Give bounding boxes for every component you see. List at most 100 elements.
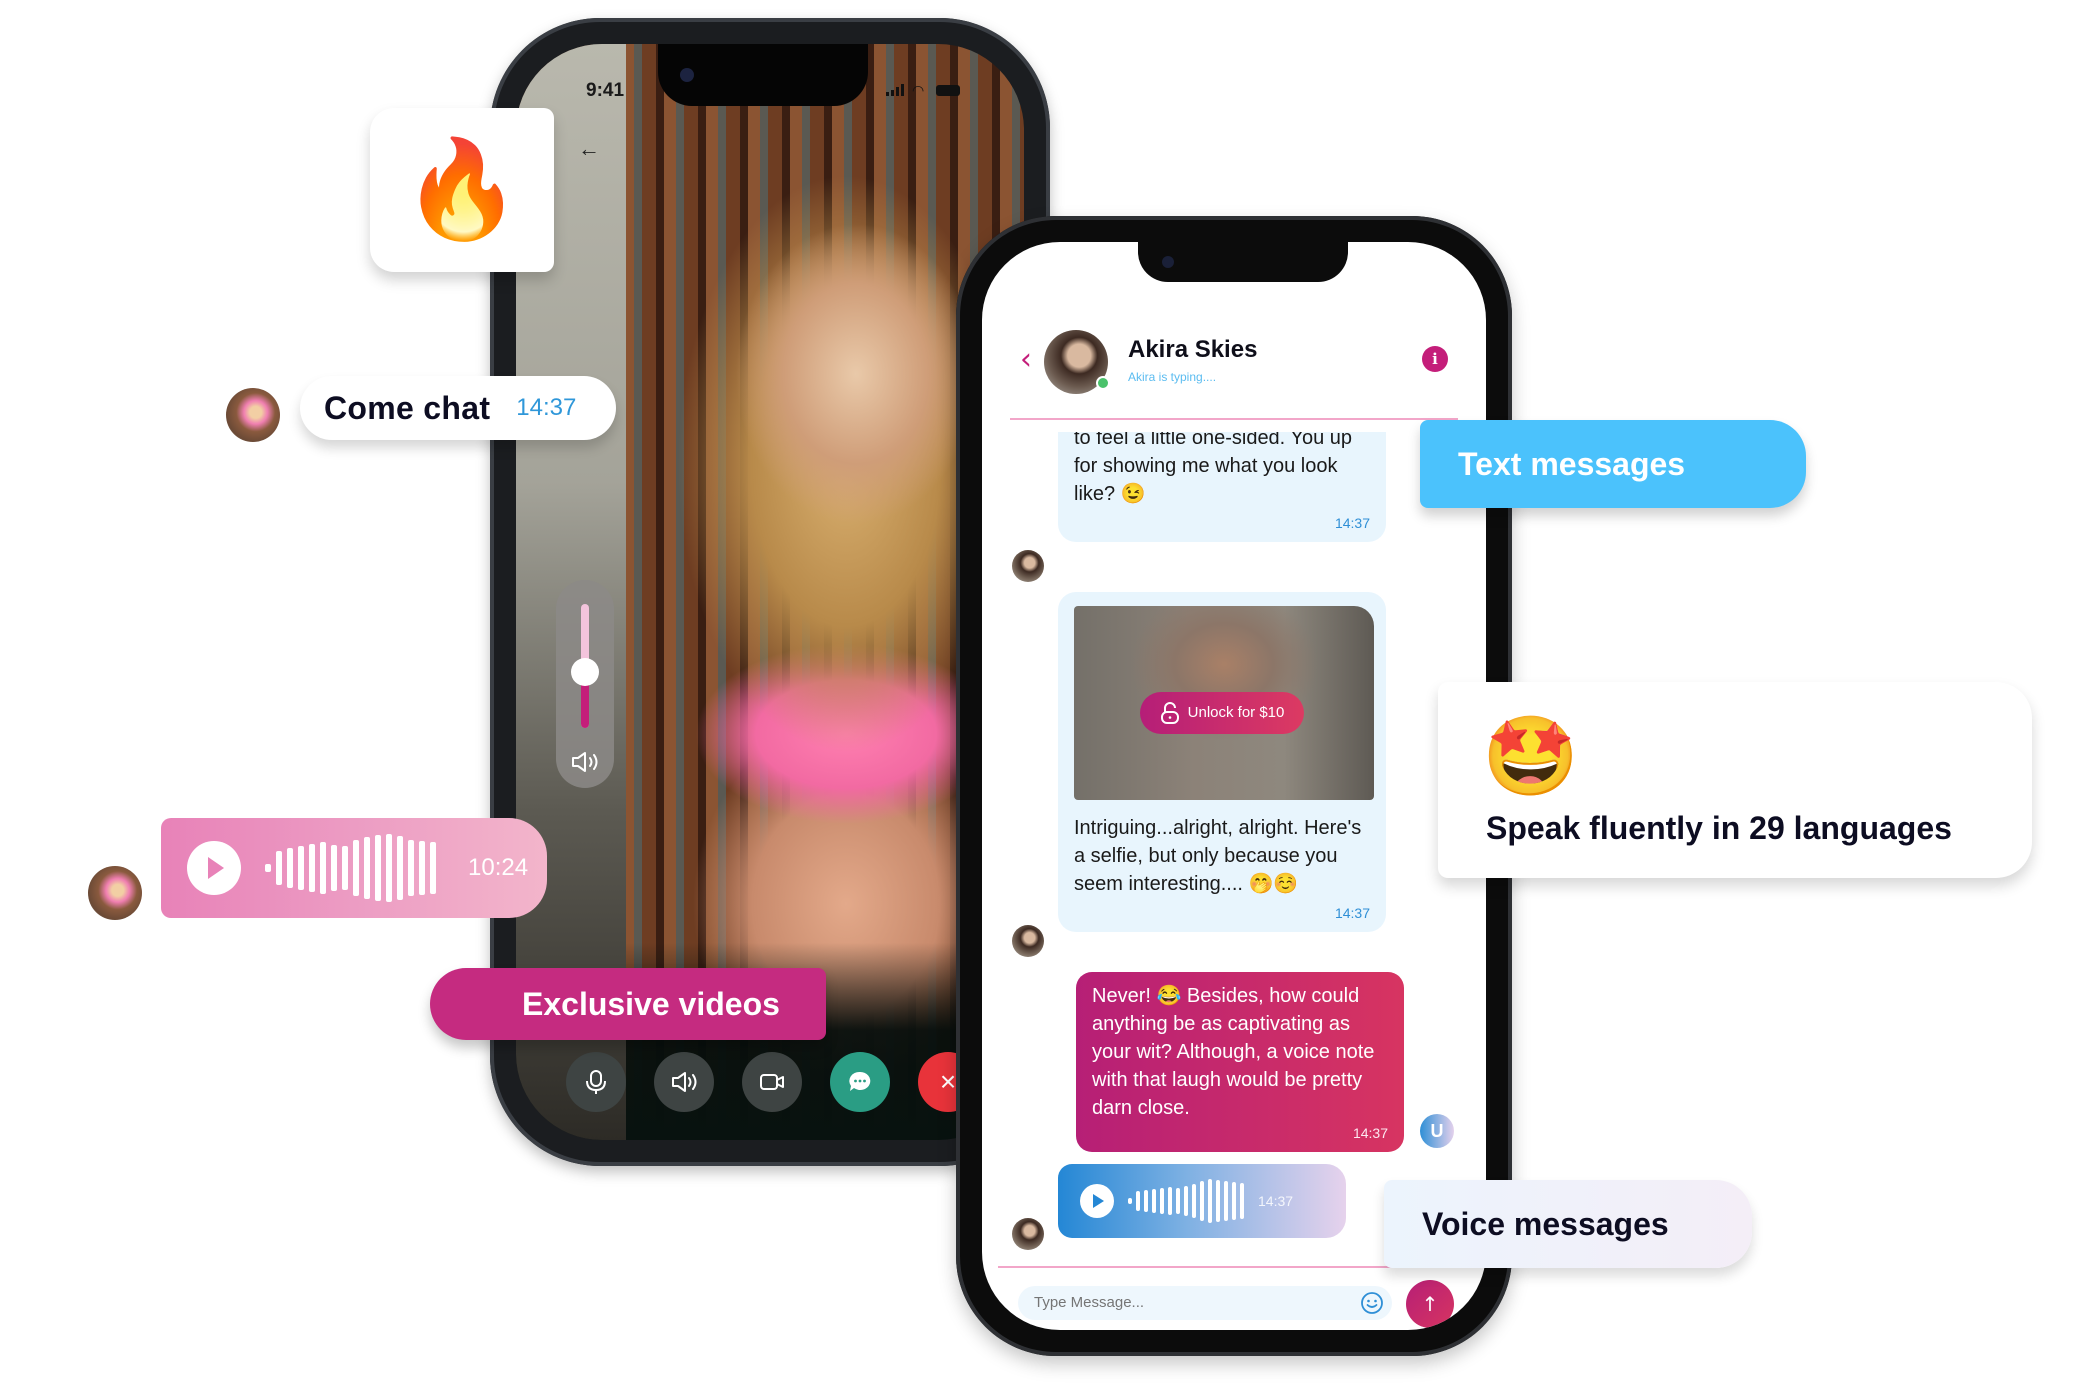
fire-icon: 🔥 (402, 136, 522, 243)
waveform-bar (397, 836, 403, 900)
arrow-left-icon[interactable]: ← (578, 136, 600, 162)
waveform-bar (375, 835, 381, 901)
online-indicator (1096, 376, 1110, 390)
battery-icon (936, 84, 960, 96)
arrow-up-icon: ↑ (1421, 1292, 1439, 1316)
volume-knob[interactable] (571, 658, 599, 687)
waveform-bar (408, 840, 414, 896)
waveform-bar (1176, 1188, 1180, 1214)
model-avatar (226, 388, 280, 442)
waveform-bar (353, 840, 359, 896)
message-list[interactable]: to feel a little one-sided. You up for s… (982, 432, 1486, 1262)
send-button[interactable]: ↑ (1406, 1280, 1454, 1328)
waveform-bar (1128, 1198, 1132, 1204)
message-input[interactable] (1018, 1286, 1392, 1320)
waveform-bar (1232, 1182, 1236, 1220)
come-chat-text: Come chat (324, 389, 491, 426)
waveform-bar (331, 845, 337, 891)
signal-icon (886, 84, 904, 96)
unlock-button[interactable]: Unlock for $10 (1140, 692, 1304, 734)
waveform-bar (1240, 1183, 1244, 1219)
wifi-icon: ◠ (912, 82, 925, 98)
mute-button[interactable] (566, 1052, 626, 1112)
exclusive-videos-badge: Exclusive videos (430, 968, 826, 1040)
play-icon[interactable] (187, 841, 241, 895)
waveform (265, 834, 436, 902)
message-bubble-incoming: Unlock for $10 Intriguing...alright, alr… (1058, 592, 1386, 932)
contact-name: Akira Skies (1128, 336, 1258, 363)
speaker-button[interactable] (654, 1052, 714, 1112)
waveform-bar (1160, 1188, 1164, 1214)
message-time: 14:37 (1334, 905, 1370, 921)
message-text: to feel a little one-sided. You up for s… (1074, 432, 1352, 505)
contact-mini-avatar (1012, 550, 1044, 582)
chat-bubble-icon (849, 1071, 871, 1091)
waveform-bar (287, 848, 293, 888)
locked-image[interactable]: Unlock for $10 (1074, 606, 1374, 800)
volume-slider[interactable] (556, 580, 614, 788)
message-bubble-outgoing: Never! 😂 Besides, how could anything be … (1076, 972, 1404, 1152)
voice-note-duration: 10:24 (468, 854, 529, 881)
languages-card: 🤩 Speak fluently in 29 languages (1438, 682, 2032, 878)
text-messages-badge: Text messages (1420, 420, 1806, 508)
waveform-bar (1168, 1187, 1172, 1215)
speaker-icon (672, 1072, 697, 1092)
waveform-bar (1192, 1184, 1196, 1218)
status-bar-icons: ◠ (886, 82, 960, 98)
unlock-label: Unlock for $10 (1187, 704, 1285, 721)
waveform-bar (419, 841, 425, 895)
waveform-bar (1200, 1181, 1204, 1221)
fire-reaction-card: 🔥 (370, 108, 554, 272)
waveform-bar (386, 834, 392, 902)
waveform-bar (1224, 1181, 1228, 1221)
waveform-bar (298, 846, 304, 890)
microphone-icon (586, 1070, 606, 1094)
video-button[interactable] (742, 1052, 802, 1112)
message-text: Intriguing...alright, alright. Here's a … (1074, 817, 1362, 895)
status-bar-time: 9:41 (586, 80, 625, 101)
waveform-bar (430, 842, 436, 894)
footer-divider (998, 1266, 1426, 1268)
chevron-left-icon[interactable]: ‹ (1020, 342, 1032, 377)
chat-screen: ‹ Akira Skies Akira is typing.... i to f… (982, 242, 1486, 1330)
message-text: Never! 😂 Besides, how could anything be … (1092, 985, 1375, 1119)
voice-message-time: 14:37 (1258, 1193, 1294, 1209)
languages-text: Speak fluently in 29 languages (1486, 810, 1952, 846)
close-icon: × (939, 1066, 957, 1097)
model-avatar (88, 866, 142, 920)
voice-messages-badge: Voice messages (1384, 1180, 1752, 1268)
chat-header: ‹ Akira Skies Akira is typing.... i (982, 312, 1486, 402)
speaker-icon (572, 752, 598, 772)
waveform-bar (1144, 1190, 1148, 1212)
voice-note-bubble[interactable]: 10:24 (161, 818, 547, 918)
waveform-bar (1184, 1186, 1188, 1216)
waveform-bar (309, 844, 315, 892)
play-icon[interactable] (1080, 1184, 1114, 1218)
waveform-bar (342, 846, 348, 890)
header-divider (1010, 418, 1458, 420)
info-icon: i (1432, 350, 1438, 368)
message-bubble-incoming: to feel a little one-sided. You up for s… (1058, 432, 1386, 542)
waveform (1128, 1179, 1244, 1223)
voice-message[interactable]: 14:37 (1058, 1164, 1346, 1238)
info-button[interactable]: i (1422, 346, 1448, 372)
waveform-bar (276, 851, 282, 885)
waveform-bar (1152, 1189, 1156, 1213)
come-chat-time: 14:37 (516, 394, 577, 421)
call-controls: × (566, 1052, 978, 1112)
come-chat-bubble: Come chat 14:37 (300, 376, 616, 440)
front-camera (680, 68, 694, 82)
message-time: 14:37 (1352, 1125, 1388, 1141)
waveform-bar (364, 837, 370, 899)
chat-button[interactable] (830, 1052, 890, 1112)
message-time: 14:37 (1334, 515, 1370, 531)
contact-mini-avatar (1012, 1218, 1044, 1250)
waveform-bar (1208, 1179, 1212, 1223)
waveform-bar (265, 864, 271, 872)
star-struck-icon: 🤩 (1482, 712, 1580, 800)
unlock-icon (1160, 702, 1179, 724)
waveform-bar (1216, 1180, 1220, 1222)
smiley-icon[interactable] (1360, 1291, 1384, 1315)
contact-mini-avatar (1012, 925, 1044, 957)
waveform-bar (1136, 1191, 1140, 1211)
